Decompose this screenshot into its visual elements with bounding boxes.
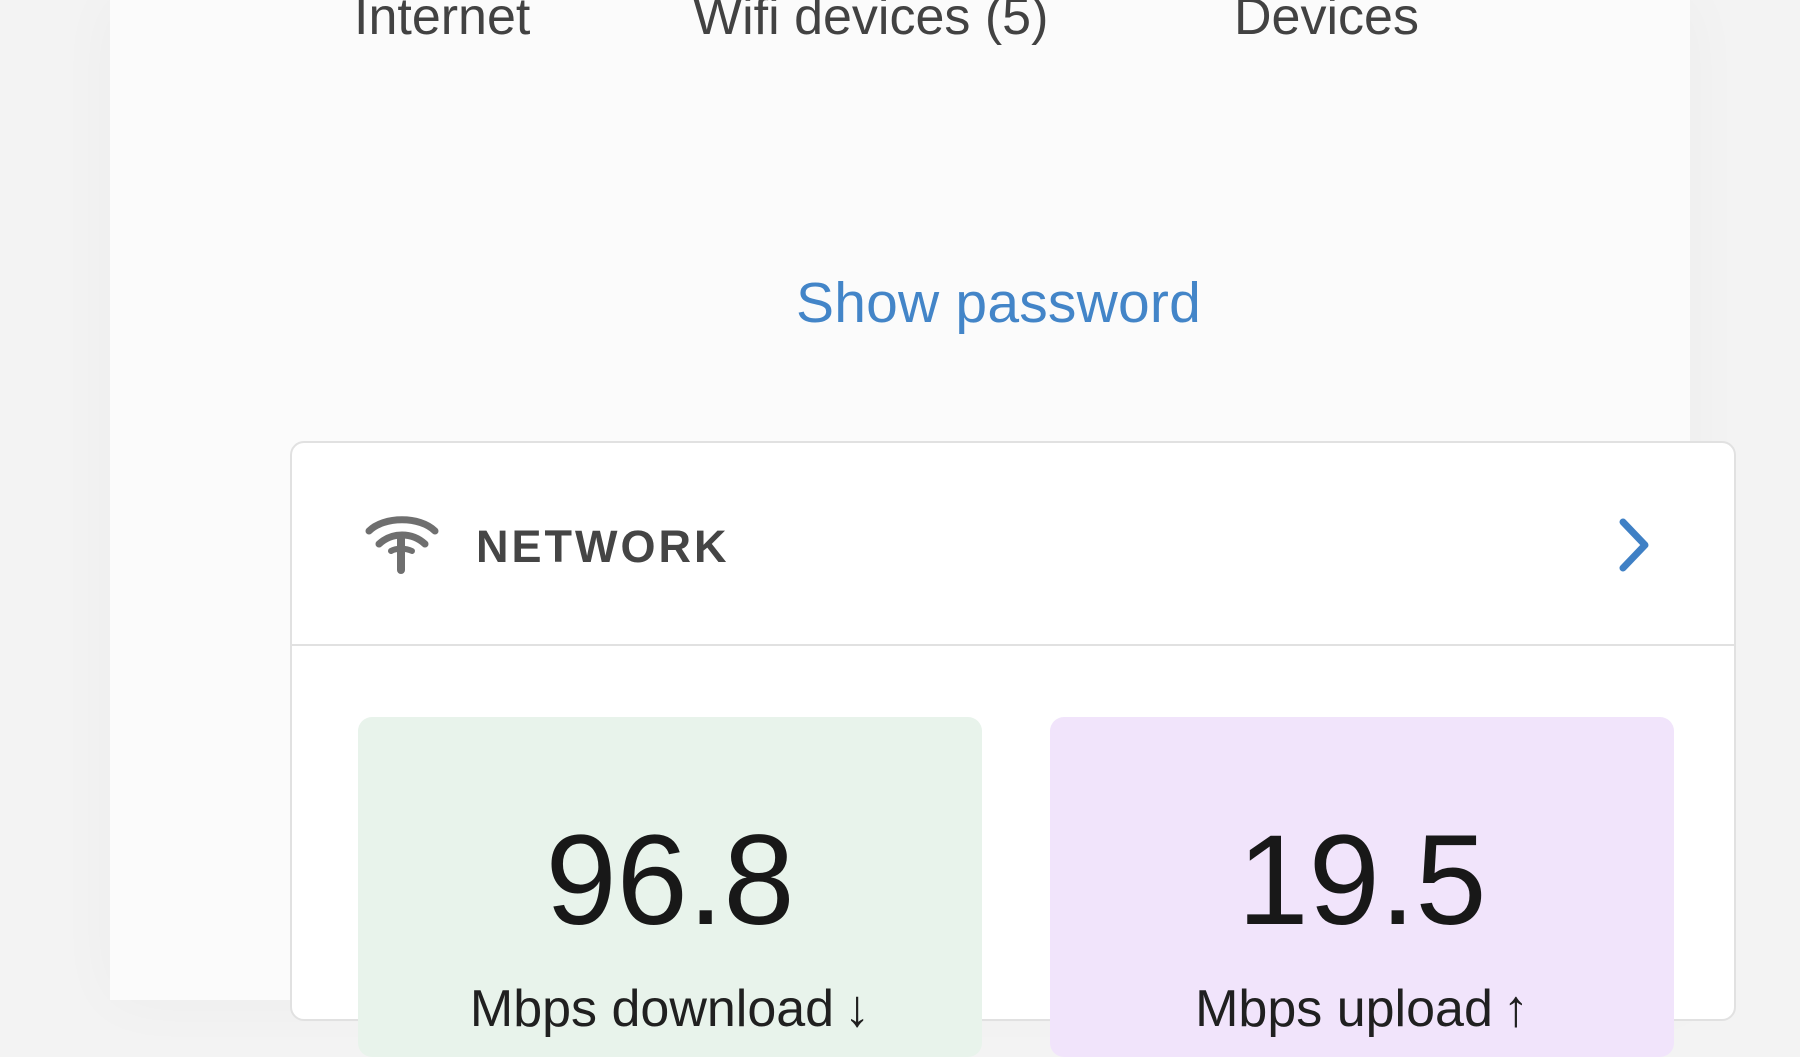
chevron-right-icon[interactable]	[1612, 514, 1656, 576]
download-label-text: Mbps download	[469, 980, 835, 1038]
up-arrow-icon: ↑	[1502, 980, 1529, 1038]
top-tabs: Internet Wifi devices (5) Devices	[110, 0, 1690, 60]
upload-speed-label: Mbps upload ↑	[1050, 979, 1674, 1039]
network-icon	[365, 516, 439, 574]
upload-label-text: Mbps upload	[1195, 980, 1493, 1038]
tab-internet[interactable]: Internet	[354, 0, 530, 47]
show-password-link[interactable]: Show password	[796, 270, 1201, 336]
download-speed-label: Mbps download ↓	[358, 979, 982, 1039]
network-card-header[interactable]: NETWORK	[292, 443, 1734, 646]
upload-speed-value: 19.5	[1237, 809, 1487, 952]
tab-wifi-devices[interactable]: Wifi devices (5)	[693, 0, 1048, 47]
download-speed-tile: 96.8 Mbps download ↓	[358, 717, 982, 1057]
network-title: NETWORK	[476, 521, 730, 572]
download-speed-value: 96.8	[545, 809, 795, 952]
network-card[interactable]: NETWORK 96.8 Mbps download ↓ 19.5 Mbps up…	[290, 441, 1736, 1057]
tab-devices[interactable]: Devices	[1234, 0, 1419, 47]
upload-speed-tile: 19.5 Mbps upload ↑	[1050, 717, 1674, 1057]
down-arrow-icon: ↓	[844, 980, 871, 1038]
app-surface: Internet Wifi devices (5) Devices Show p…	[110, 0, 1736, 1057]
